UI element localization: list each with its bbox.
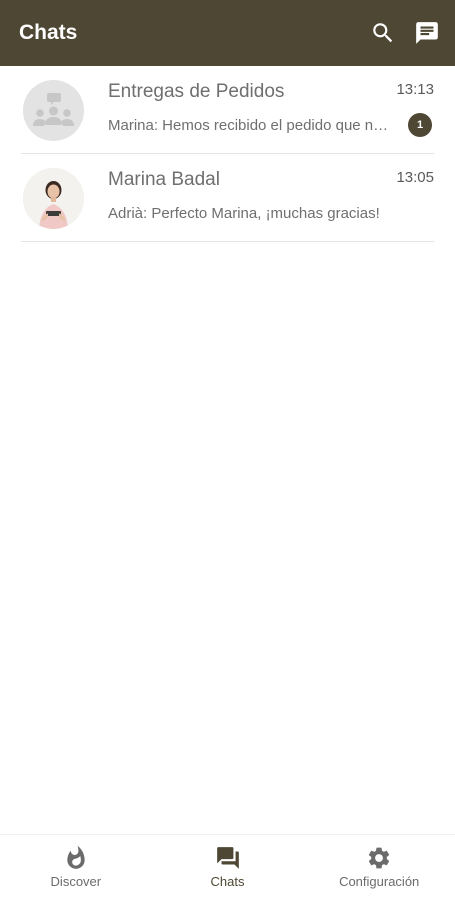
chat-preview: Marina: Hemos recibido el pedido que nos… (108, 117, 393, 134)
group-avatar-icon (23, 80, 84, 141)
bottom-navigation: Discover Chats Configuración (0, 834, 455, 900)
chats-icon (216, 847, 239, 869)
chat-name: Marina Badal (108, 169, 220, 190)
gear-icon (369, 847, 390, 869)
chat-item-marina-badal[interactable]: Marina Badal 13:05 Adrià: Perfecto Marin… (21, 154, 434, 242)
chat-time: 13:13 (396, 81, 434, 98)
nav-item-configuracion[interactable]: Configuración (303, 835, 455, 900)
search-icon[interactable] (369, 19, 397, 47)
unread-badge: 1 (408, 113, 432, 137)
nav-label: Discover (50, 874, 102, 889)
nav-label: Chats (210, 874, 245, 889)
chat-time: 13:05 (396, 169, 434, 186)
avatar (23, 168, 84, 229)
page-title: Chats (19, 21, 78, 44)
flame-icon (67, 845, 85, 869)
new-message-icon[interactable] (413, 19, 441, 47)
chat-item-entregas-de-pedidos[interactable]: Entregas de Pedidos 13:13 Marina: Hemos … (21, 66, 434, 154)
chat-name: Entregas de Pedidos (108, 81, 285, 102)
chat-list: Entregas de Pedidos 13:13 Marina: Hemos … (0, 66, 455, 242)
nav-label: Configuración (339, 874, 420, 889)
chat-preview: Adrià: Perfecto Marina, ¡muchas gracias! (108, 205, 380, 222)
app-bar: Chats (0, 0, 455, 66)
nav-item-discover[interactable]: Discover (0, 835, 152, 900)
nav-item-chats[interactable]: Chats (152, 835, 304, 900)
